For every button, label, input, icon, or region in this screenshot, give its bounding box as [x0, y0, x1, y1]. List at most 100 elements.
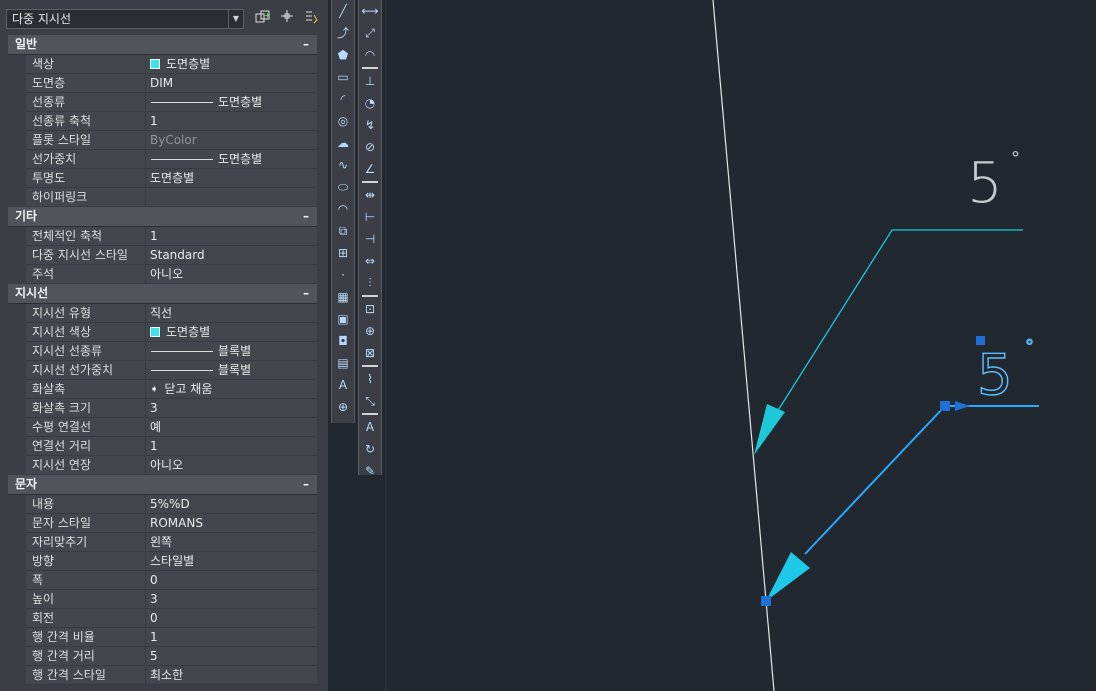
dim-break-icon[interactable]: ⫶	[359, 272, 381, 294]
diameter-dim-icon[interactable]: ⊘	[359, 136, 381, 158]
property-value[interactable]: 5	[146, 647, 317, 666]
tolerance-icon[interactable]: ⊡	[359, 298, 381, 320]
hatch-icon[interactable]: ▦	[332, 286, 354, 308]
property-value[interactable]: 0	[146, 571, 317, 590]
collapse-icon[interactable]: –	[303, 207, 309, 226]
property-row[interactable]: 지시선 유형 직선	[8, 304, 317, 323]
select-objects-icon[interactable]	[277, 9, 297, 29]
property-row[interactable]: 지시선 연장 아니오	[8, 456, 317, 475]
property-value[interactable]: 도면층별	[146, 323, 317, 342]
property-row[interactable]: 플롯 스타일 ByColor	[8, 131, 317, 150]
arc-icon[interactable]: ◜	[332, 88, 354, 110]
property-row[interactable]: 수평 연결선 예	[8, 418, 317, 437]
section-header[interactable]: 문자 –	[8, 475, 317, 495]
aligned-dim-icon[interactable]: ⤢	[359, 22, 381, 44]
property-value[interactable]: 블록별	[146, 342, 317, 361]
property-value[interactable]: 1	[146, 227, 317, 246]
property-value[interactable]: Standard	[146, 246, 317, 265]
property-value[interactable]: 도면층별	[146, 150, 317, 169]
continue-dim-icon[interactable]: ⊣	[359, 228, 381, 250]
property-row[interactable]: 화살촉 크기 3	[8, 399, 317, 418]
toggle-pickadd-icon[interactable]: +	[253, 9, 273, 29]
dim-edit-icon[interactable]: ⤡	[359, 390, 381, 412]
chevron-down-icon[interactable]: ▼	[228, 10, 243, 28]
property-row[interactable]: 선가중치 도면층별	[8, 150, 317, 169]
property-row[interactable]: 행 간격 스타일 최소한	[8, 666, 317, 685]
rectangle-icon[interactable]: ▭	[332, 66, 354, 88]
property-row[interactable]: 행 간격 비율 1	[8, 628, 317, 647]
property-row[interactable]: 주석 아니오	[8, 265, 317, 284]
property-row[interactable]: 하이퍼링크	[8, 188, 317, 207]
property-row[interactable]: 자리맞추기 왼쪽	[8, 533, 317, 552]
property-row[interactable]: 지시선 선종류 블록별	[8, 342, 317, 361]
linear-dim-icon[interactable]: ⟷	[359, 0, 381, 22]
property-value[interactable]: DIM	[146, 74, 317, 93]
circle-icon[interactable]: ◎	[332, 110, 354, 132]
dim-space-icon[interactable]: ⇔	[359, 250, 381, 272]
gradient-icon[interactable]: ▣	[332, 308, 354, 330]
property-row[interactable]: 다중 지시선 스타일 Standard	[8, 246, 317, 265]
baseline-dim-icon[interactable]: ⊢	[359, 206, 381, 228]
property-value[interactable]: ROMANS	[146, 514, 317, 533]
property-value[interactable]	[146, 188, 317, 207]
polyline-icon[interactable]: ⤴	[332, 22, 354, 44]
quick-dim-icon[interactable]: ⇹	[359, 184, 381, 206]
radius-dim-icon[interactable]: ◔	[359, 92, 381, 114]
property-row[interactable]: 내용 5%%D	[8, 495, 317, 514]
property-row[interactable]: 선종류 도면층별	[8, 93, 317, 112]
property-value[interactable]: 스타일별	[146, 552, 317, 571]
ellipse-icon[interactable]: ⬭	[332, 176, 354, 198]
property-row[interactable]: 선종류 축척 1	[8, 112, 317, 131]
reference-line[interactable]	[712, 0, 775, 691]
property-value[interactable]: 5%%D	[146, 495, 317, 514]
jogged-linear-icon[interactable]: ⌇	[359, 368, 381, 390]
property-row[interactable]: 전체적인 축척 1	[8, 227, 317, 246]
property-row[interactable]: 투명도 도면층별	[8, 169, 317, 188]
construction-line-icon[interactable]: ╱	[332, 0, 354, 22]
property-row[interactable]: 연결선 거리 1	[8, 437, 317, 456]
property-row[interactable]: 화살촉 ➧ 닫고 채움	[8, 380, 317, 399]
section-header[interactable]: 기타 –	[8, 207, 317, 227]
property-value[interactable]: 아니오	[146, 456, 317, 475]
collapse-icon[interactable]: –	[303, 475, 309, 494]
property-row[interactable]: 방향 스타일별	[8, 552, 317, 571]
dim-text-edit-icon[interactable]: A	[359, 416, 381, 438]
collapse-icon[interactable]: –	[303, 284, 309, 303]
quick-select-icon[interactable]	[301, 9, 321, 29]
property-row[interactable]: 지시선 색상 도면층별	[8, 323, 317, 342]
multiline-text-icon[interactable]: A	[332, 374, 354, 396]
grip-triangle[interactable]	[955, 401, 970, 411]
region-icon[interactable]: ◘	[332, 330, 354, 352]
polygon-icon[interactable]: ⬟	[332, 44, 354, 66]
dim-style-icon[interactable]: ✎	[359, 460, 381, 482]
property-value[interactable]: 최소한	[146, 666, 317, 685]
property-row[interactable]: 폭0	[8, 571, 317, 590]
grip-arrow[interactable]	[761, 596, 771, 606]
property-value[interactable]: 1	[146, 112, 317, 131]
property-row[interactable]: 행 간격 거리 5	[8, 647, 317, 666]
arc-length-dim-icon[interactable]: ◠	[359, 44, 381, 66]
collapse-icon[interactable]: –	[303, 35, 309, 54]
leader-text-upper[interactable]: 5	[967, 151, 1003, 216]
leader-text-lower[interactable]: 5	[976, 342, 1013, 408]
property-value[interactable]: 1	[146, 628, 317, 647]
make-block-icon[interactable]: ⊞	[332, 242, 354, 264]
ordinate-dim-icon[interactable]: ⊥	[359, 70, 381, 92]
property-row[interactable]: 회전 0	[8, 609, 317, 628]
section-header[interactable]: 지시선 –	[8, 284, 317, 304]
property-value[interactable]: ByColor	[146, 131, 317, 150]
spline-icon[interactable]: ∿	[332, 154, 354, 176]
add-selected-icon[interactable]: ⊕	[332, 396, 354, 418]
point-icon[interactable]: ⋅	[332, 264, 354, 286]
grip-text[interactable]	[976, 336, 985, 345]
jogged-dim-icon[interactable]: ↯	[359, 114, 381, 136]
drawing-canvas[interactable]: 5 ° 5 °	[387, 0, 1096, 691]
property-row[interactable]: 지시선 선가중치 블록별	[8, 361, 317, 380]
property-value[interactable]: 도면층별	[146, 93, 317, 112]
leader-lower-selected[interactable]	[766, 401, 1039, 601]
property-value[interactable]: 도면층별	[146, 169, 317, 188]
property-value[interactable]: 왼쪽	[146, 533, 317, 552]
property-value[interactable]: 1	[146, 437, 317, 456]
object-type-dropdown[interactable]: 다중 지시선 ▼	[6, 9, 244, 29]
center-mark-icon[interactable]: ⊕	[359, 320, 381, 342]
